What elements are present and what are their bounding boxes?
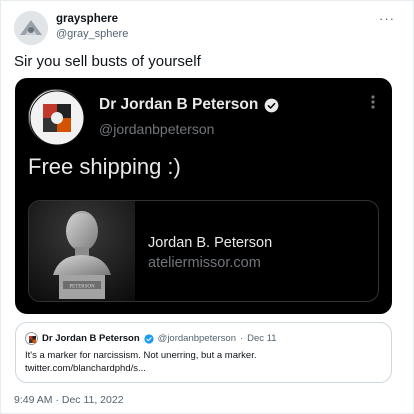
author-avatar[interactable]: [14, 11, 48, 45]
quoted-author-avatar: [25, 332, 38, 345]
media-author-avatar: [28, 89, 85, 146]
tweet-timestamp[interactable]: 9:49 AM · Dec 11, 2022: [14, 394, 124, 406]
more-options-button[interactable]: ···: [379, 11, 395, 26]
quoted-tweet-header: Dr Jordan B Peterson @jordanbpeterson · …: [25, 332, 277, 345]
media-tweet-text: Free shipping :): [28, 154, 181, 179]
author-handle[interactable]: @gray_sphere: [56, 28, 128, 40]
media-author-row: Dr Jordan B Peterson: [99, 96, 279, 114]
media-author-handle: @jordanbpeterson: [99, 121, 215, 137]
tweet-text: Sir you sell busts of yourself: [14, 53, 201, 70]
media-card-title: Jordan B. Peterson: [148, 235, 273, 251]
bust-thumbnail: PETERSON: [29, 201, 135, 301]
quoted-date: Dec 11: [247, 333, 277, 344]
quoted-separator: ·: [239, 333, 244, 344]
verified-badge-icon: [144, 333, 154, 344]
media-link-card: PETERSON Jordan B. Peterson ateliermisso…: [28, 200, 379, 302]
quoted-link[interactable]: twitter.com/blanchardphd/s...: [25, 362, 256, 375]
media-more-icon: [371, 95, 375, 109]
quoted-tweet-text: It's a marker for narcissism. Not unerri…: [25, 349, 256, 375]
author-display-name[interactable]: graysphere: [56, 13, 118, 25]
media-author-name: Dr Jordan B Peterson: [99, 96, 259, 113]
tweet-container: graysphere @gray_sphere ··· Sir you sell…: [0, 0, 414, 414]
pattern-avatar-icon: [29, 336, 36, 343]
tweet-media-image[interactable]: Dr Jordan B Peterson @jordanbpeterson Fr…: [15, 78, 392, 314]
bust-sculpture-image: PETERSON: [29, 201, 135, 301]
quoted-author-handle: @jordanbpeterson: [157, 333, 236, 344]
pattern-avatar-icon: [29, 90, 85, 146]
quoted-author-name: Dr Jordan B Peterson: [42, 333, 140, 344]
verified-badge-icon: [264, 98, 279, 112]
sphere-logo-icon: [14, 11, 48, 45]
quoted-tweet[interactable]: Dr Jordan B Peterson @jordanbpeterson · …: [15, 322, 392, 383]
vertical-dots-icon: [371, 95, 375, 109]
media-card-domain: ateliermissor.com: [148, 255, 261, 271]
bust-plaque-text: PETERSON: [69, 285, 95, 290]
quoted-text-line: It's a marker for narcissism. Not unerri…: [25, 350, 257, 361]
